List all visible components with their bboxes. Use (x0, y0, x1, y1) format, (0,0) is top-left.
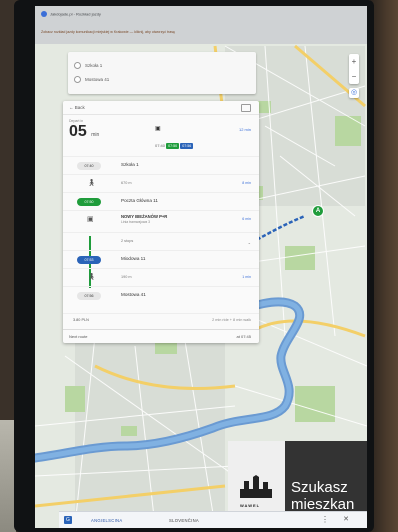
total-duration: 12 min (238, 127, 251, 132)
language-option-2[interactable]: SLOVENČINA (169, 518, 199, 523)
leg-time-chip: 07:56 (77, 292, 101, 300)
url-notice[interactable]: Zobacz rozkład jazdy komunikacji miejski… (41, 30, 357, 38)
leg-row[interactable]: 07:50 Poczta Główna 11 (63, 192, 259, 211)
walk-duration: 1 min (242, 275, 251, 279)
next-route-bar[interactable]: Next route at 07:45 (63, 329, 259, 344)
chevron-down-icon[interactable]: ⌄ (248, 240, 251, 245)
ad-headline-line-1: Szukasz (291, 479, 348, 496)
translate-bar: G ANGIELSCINA SLOVENČINA ⋮ ✕ (59, 511, 367, 528)
route-time-breakdown: 2 min ride + 8 min walk (212, 318, 251, 322)
depart-unit: min (91, 132, 100, 138)
ad-logo-area: WAWEL (228, 441, 285, 521)
ad-headline: Szukasz mieszkan (291, 479, 354, 513)
route-footer: 3.80 PLN 2 min ride + 8 min walk (63, 313, 259, 328)
print-icon[interactable] (241, 104, 251, 112)
leg-row[interactable]: 07:53 Miodowa 11 (63, 250, 259, 269)
screen: Jakdojade.pl - Rozkład jazdy Zobacz rozk… (35, 6, 367, 528)
route-stops-card: Szkoła 1 Mostowa 41 (68, 52, 256, 94)
next-route-time: at 07:45 (236, 334, 251, 339)
summary-chip-depart: 07:50 (166, 143, 180, 149)
desk-edge (370, 0, 398, 532)
zoom-control: + − (349, 54, 359, 84)
from-stop-label: Szkoła 1 (85, 62, 103, 68)
leg-stop-name: Poczta Główna 11 (121, 198, 158, 203)
walk-row[interactable]: 🚶︎ 190 m 1 min (63, 268, 259, 287)
walk-duration: 8 min (242, 181, 251, 185)
tram-line-row[interactable]: ▣ NOWY BIEŻANÓW P+R Linia tramwajowa 3 6… (63, 210, 259, 233)
stops-count: 2 stops (121, 239, 134, 243)
tab-title: Jakdojade.pl - Rozkład jazdy (50, 11, 101, 17)
line-description: Linia tramwajowa 3 (121, 220, 151, 224)
favicon-icon (41, 11, 47, 17)
destination-marker[interactable]: A (312, 205, 324, 217)
leg-stop-name: Szkoła 1 (121, 162, 139, 167)
ride-duration: 6 min (242, 217, 251, 221)
ad-brand: WAWEL (240, 503, 261, 508)
stops-expander[interactable]: 2 stops ⌄ (63, 232, 259, 251)
from-dot-icon (74, 61, 81, 69)
walk-row[interactable]: 🚶︎ 670 m 8 min (63, 174, 259, 193)
castle-logo-icon (240, 475, 272, 498)
depart-value: 05 (69, 123, 87, 140)
tram-icon: ▣ (155, 126, 161, 132)
departure-countdown: Depart in 05 min (69, 119, 109, 141)
zoom-in-button[interactable]: + (349, 54, 359, 69)
walk-icon: 🚶︎ (87, 274, 96, 281)
browser-toolbar: Jakdojade.pl - Rozkład jazdy Zobacz rozk… (35, 6, 367, 44)
ticket-price: 3.80 PLN (73, 318, 89, 322)
walk-distance: 190 m (121, 275, 132, 279)
leg-time-chip: 07:53 (77, 256, 101, 264)
to-stop[interactable]: Mostowa 41 (74, 74, 109, 84)
to-stop-label: Mostowa 41 (85, 76, 110, 82)
summary-chip-arrive: 07:56 (180, 143, 194, 149)
walk-distance: 670 m (121, 181, 132, 185)
leg-stop-name: Mostowa 41 (121, 292, 146, 297)
translate-icon[interactable]: G (64, 516, 72, 524)
advertisement-banner[interactable]: WAWEL Szukasz mieszkan (228, 441, 367, 521)
route-legs: 07:40 Szkoła 1 🚶︎ 670 m 8 min 07:50 Pocz… (63, 156, 259, 326)
line-direction: NOWY BIEŻANÓW P+R (121, 214, 168, 219)
leg-row[interactable]: 07:40 Szkoła 1 (63, 156, 259, 175)
leg-time-chip: 07:40 (77, 162, 101, 170)
back-button[interactable]: ← Back (69, 105, 85, 110)
close-icon[interactable]: ✕ (343, 515, 349, 523)
walk-icon: 🚶︎ (87, 180, 96, 187)
leg-time-chip: 07:50 (77, 198, 101, 206)
to-dot-icon (74, 75, 81, 83)
browser-tab[interactable]: Jakdojade.pl - Rozkład jazdy (41, 11, 357, 23)
route-details-panel: ← Back Depart in 05 min ▣ 07:40 07:50 07… (63, 101, 259, 343)
panel-header: ← Back (63, 101, 259, 115)
leg-row[interactable]: 07:56 Mostowa 41 (63, 286, 259, 305)
tram-icon: ▣ (87, 216, 94, 223)
from-stop[interactable]: Szkoła 1 (74, 60, 102, 70)
zoom-out-button[interactable]: − (349, 69, 359, 84)
next-route-label: Next route (69, 334, 88, 339)
locate-icon[interactable]: ◎ (349, 88, 359, 98)
more-vert-icon[interactable]: ⋮ (321, 515, 329, 524)
language-option-1[interactable]: ANGIELSCINA (91, 518, 122, 523)
leg-stop-name: Miodowa 11 (121, 256, 146, 261)
route-summary: 07:40 07:50 07:56 (155, 143, 194, 149)
summary-time: 07:40 (155, 143, 166, 148)
